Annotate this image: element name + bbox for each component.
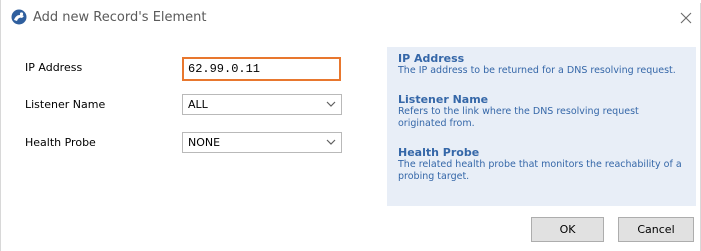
help-item-listener-name: Listener Name Refers to the link where t…	[398, 93, 694, 130]
help-text-line: Refers to the link where the DNS resolvi…	[398, 106, 639, 117]
help-item-ip-address: IP Address The IP address to be returned…	[398, 52, 694, 77]
dialog-title: Add new Record's Element	[33, 10, 207, 25]
help-panel: IP Address The IP address to be returned…	[387, 47, 696, 206]
listener-name-label: Listener Name	[25, 98, 106, 111]
health-probe-value: NONE	[188, 136, 221, 149]
health-probe-label: Health Probe	[25, 136, 96, 149]
help-item-health-probe: Health Probe The related health probe th…	[398, 146, 694, 183]
title-bar[interactable]: Add new Record's Element	[1, 3, 701, 33]
ip-address-input[interactable]	[182, 57, 341, 81]
help-title: IP Address	[398, 52, 465, 65]
listener-name-value: ALL	[188, 98, 208, 111]
health-probe-select[interactable]: NONE	[182, 132, 342, 153]
ip-address-label: IP Address	[25, 61, 83, 74]
chevron-down-icon	[326, 139, 336, 145]
help-text-line: probing target.	[398, 171, 470, 182]
chevron-down-icon	[326, 101, 336, 107]
dialog-window: Add new Record's Element IP Address List…	[0, 0, 701, 251]
ok-button[interactable]: OK	[531, 217, 604, 242]
listener-name-select[interactable]: ALL	[182, 94, 342, 115]
app-globe-icon	[11, 9, 27, 25]
cancel-button[interactable]: Cancel	[618, 217, 694, 242]
help-text: The IP address to be returned for a DNS …	[398, 65, 676, 76]
close-icon[interactable]	[676, 8, 696, 28]
help-title: Health Probe	[398, 146, 480, 159]
help-title: Listener Name	[398, 93, 489, 106]
help-text-line: The related health probe that monitors t…	[398, 159, 682, 170]
help-text-line: originated from.	[398, 118, 475, 129]
